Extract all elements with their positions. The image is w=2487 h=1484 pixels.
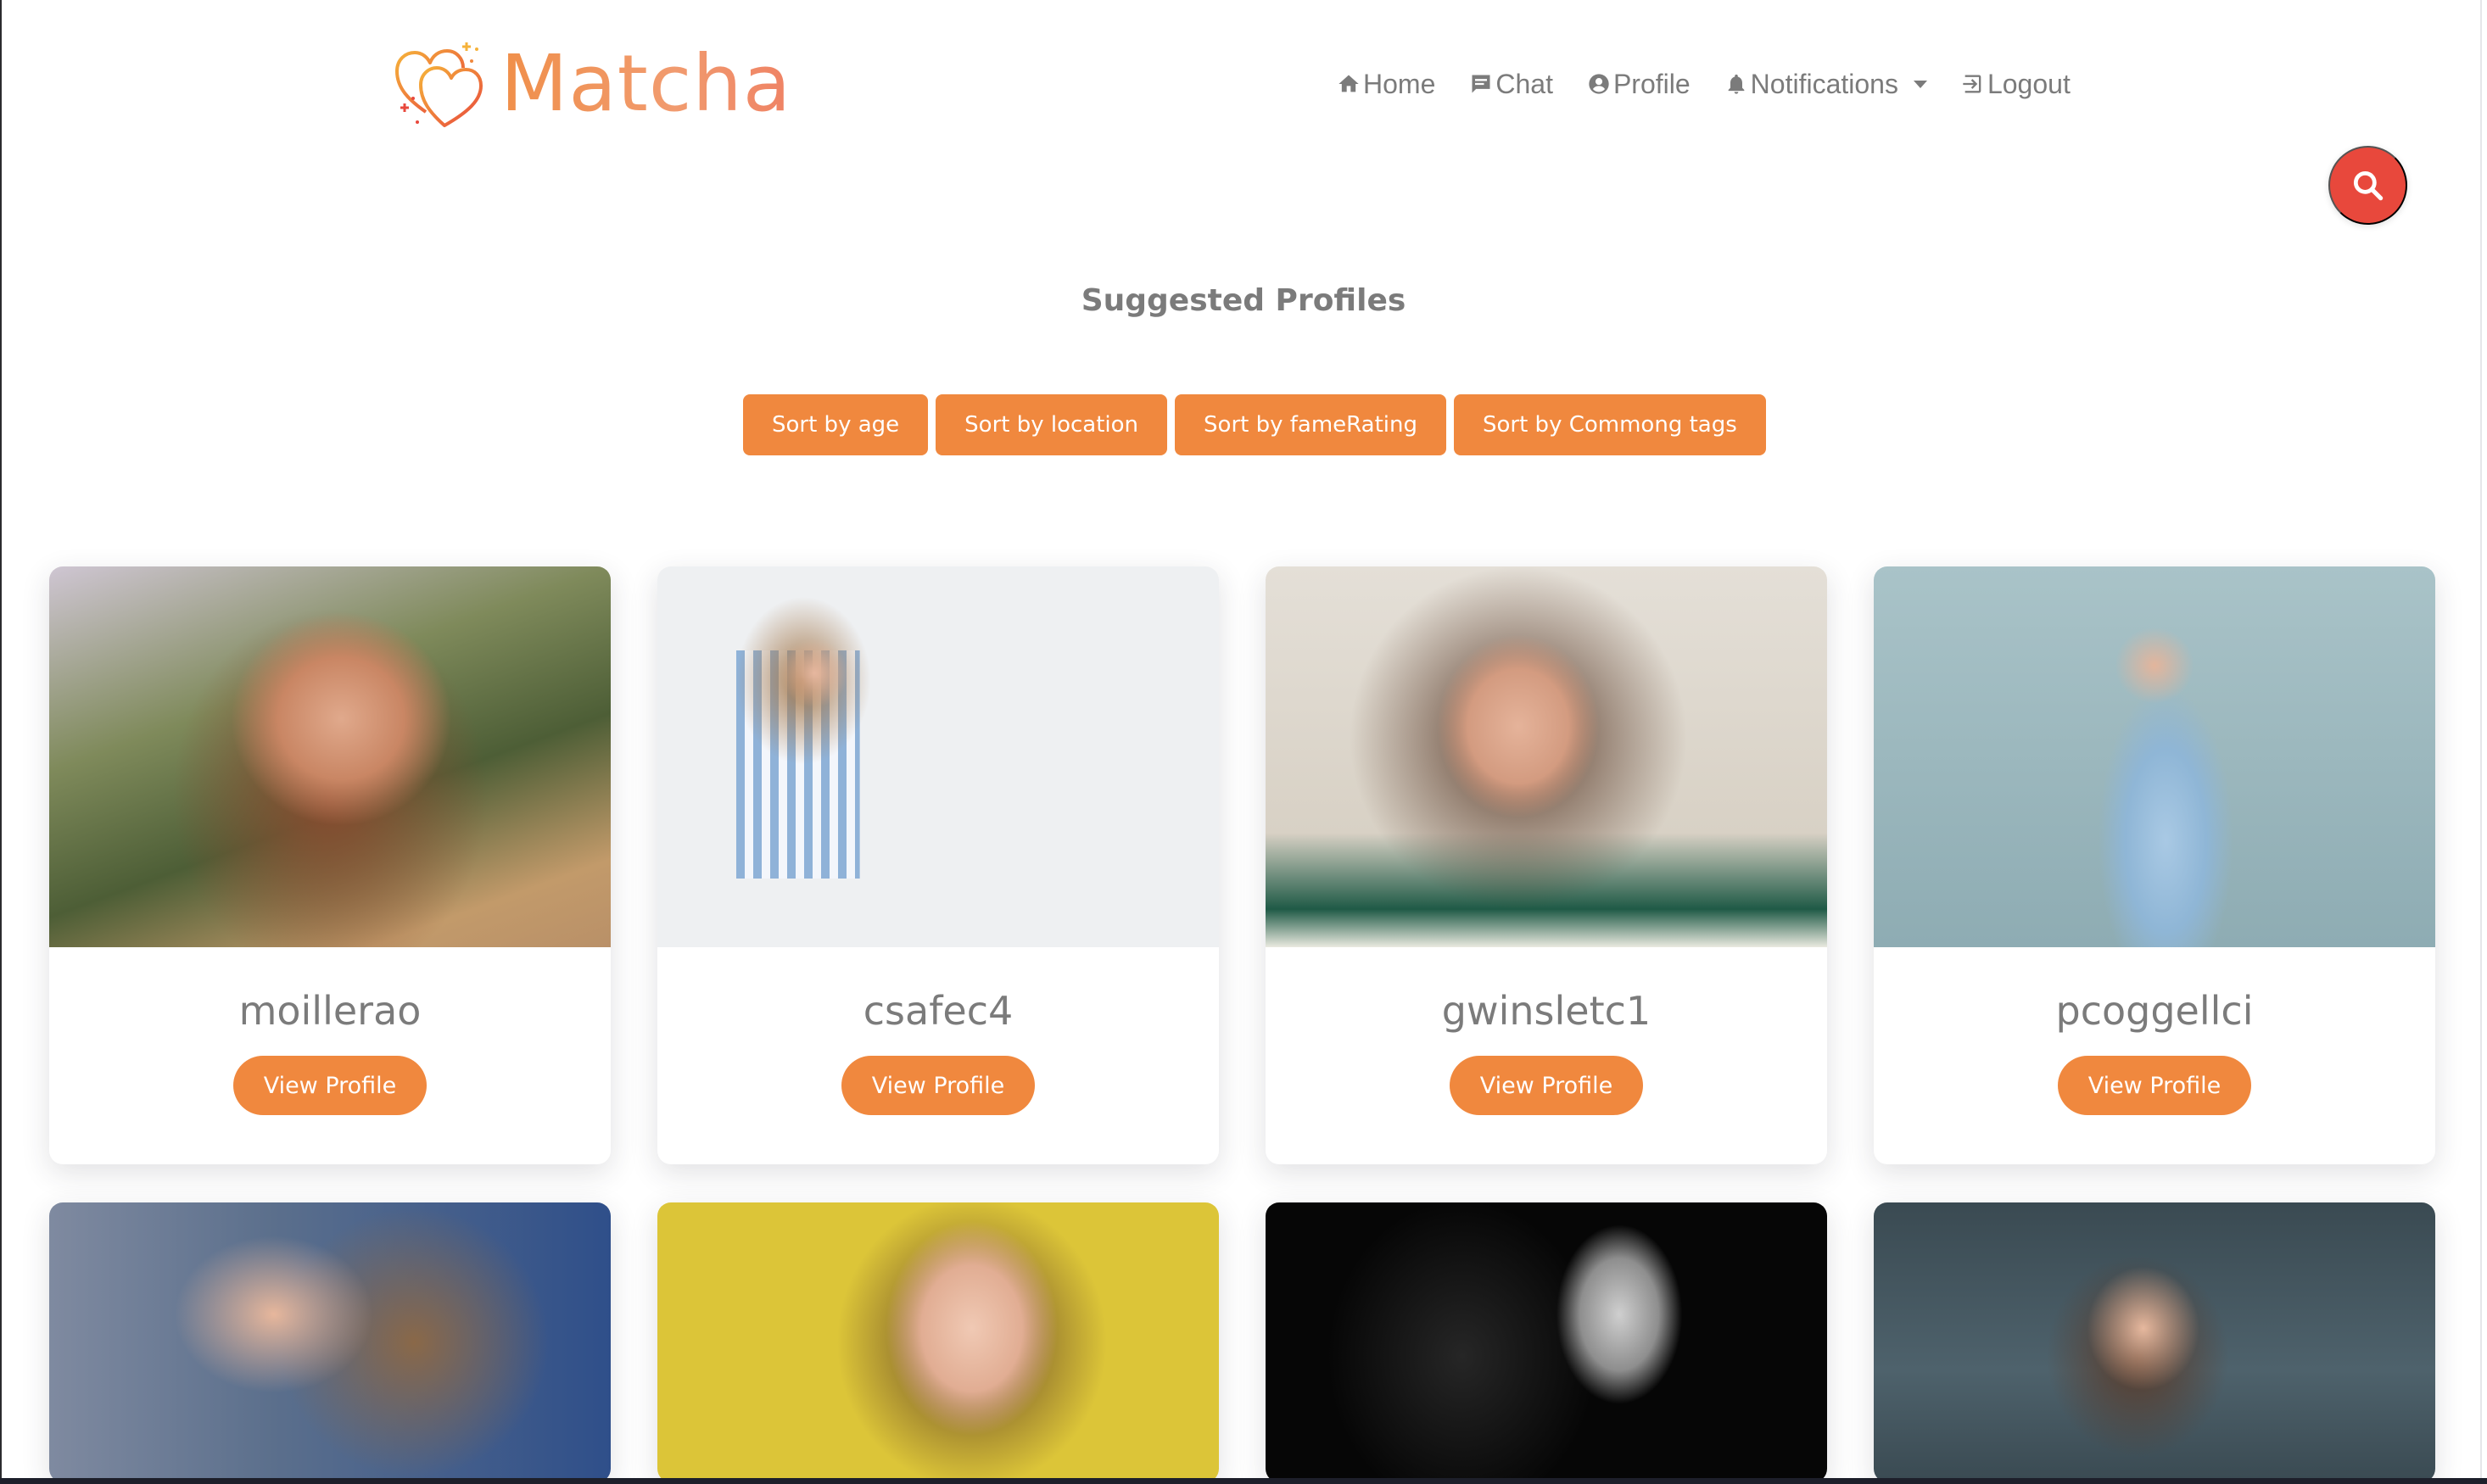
nav-notifications-label: Notifications (1750, 68, 1898, 99)
home-icon (1339, 75, 1359, 92)
nav-home-label: Home (1363, 68, 1436, 99)
nav-logout[interactable]: Logout (1961, 69, 2071, 100)
profile-card (1266, 1202, 1827, 1482)
profile-card: gwinsletc1 View Profile (1266, 566, 1827, 1164)
page-title: Suggested Profiles (1081, 283, 1406, 318)
sort-by-location-button[interactable]: Sort by location (936, 394, 1168, 455)
profile-card (1874, 1202, 2435, 1482)
view-profile-button[interactable]: View Profile (1449, 1056, 1644, 1115)
chevron-down-icon (1913, 80, 1927, 88)
window-scrollbar-track[interactable] (2480, 0, 2482, 1484)
sort-by-fame-rating-button[interactable]: Sort by fameRating (1175, 394, 1446, 455)
hearts-logo-icon (395, 42, 483, 127)
profile-card: moillerao View Profile (49, 566, 611, 1164)
profile-photo[interactable] (49, 566, 611, 947)
brand-name: Matcha (500, 38, 792, 129)
profile-grid: moillerao View Profile csafec4 View Prof… (49, 566, 2435, 1482)
nav-home[interactable]: Home (1337, 69, 1435, 100)
profile-card: csafec4 View Profile (657, 566, 1219, 1164)
nav-notifications-dropdown[interactable]: Notifications (1724, 69, 1927, 100)
profile-username: moillerao (238, 988, 422, 1034)
profile-photo[interactable] (1266, 566, 1827, 947)
view-profile-button[interactable]: View Profile (232, 1056, 428, 1115)
profile-username: csafec4 (863, 988, 1014, 1034)
search-icon (2353, 170, 2383, 200)
chat-icon (1472, 75, 1490, 93)
main-nav: Home Chat Profile Notifications Logout (1337, 63, 2104, 105)
nav-profile[interactable]: Profile (1587, 69, 1691, 100)
brand-logo[interactable]: Matcha (392, 37, 791, 131)
sort-toolbar: Sort by age Sort by location Sort by fam… (743, 394, 1774, 455)
profile-photo[interactable] (1266, 1202, 1827, 1482)
sort-by-common-tags-button[interactable]: Sort by Commong tags (1454, 394, 1766, 455)
logout-icon (1963, 75, 1981, 93)
profile-username: gwinsletc1 (1441, 988, 1651, 1034)
nav-chat[interactable]: Chat (1469, 69, 1553, 100)
profile-photo[interactable] (49, 1202, 611, 1482)
bell-icon (1728, 74, 1744, 94)
profile-card (657, 1202, 1219, 1482)
profile-username: pcoggellci (2055, 988, 2254, 1034)
profile-photo[interactable] (657, 566, 1219, 947)
nav-profile-label: Profile (1612, 68, 1691, 99)
view-profile-button[interactable]: View Profile (2057, 1056, 2252, 1115)
window-left-edge (0, 0, 2, 1484)
profile-photo[interactable] (657, 1202, 1219, 1482)
view-profile-button[interactable]: View Profile (841, 1056, 1036, 1115)
nav-chat-label: Chat (1495, 68, 1553, 99)
sort-by-age-button[interactable]: Sort by age (743, 394, 929, 455)
profile-photo[interactable] (1874, 1202, 2435, 1482)
nav-logout-label: Logout (1987, 68, 2071, 99)
profile-card: pcoggellci View Profile (1874, 566, 2435, 1164)
profile-card (49, 1202, 611, 1482)
user-circle-icon (1589, 74, 1609, 94)
background-window-strip (0, 1478, 2487, 1484)
profile-photo[interactable] (1874, 566, 2435, 947)
search-button[interactable] (2328, 146, 2407, 225)
